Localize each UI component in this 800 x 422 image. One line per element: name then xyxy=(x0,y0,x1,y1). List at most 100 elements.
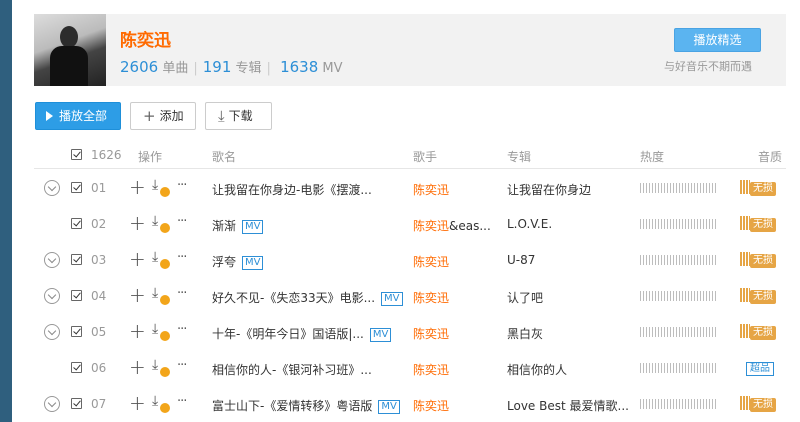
more-icon[interactable]: ··· xyxy=(177,358,187,373)
header-singer: 歌手 xyxy=(413,150,438,164)
albums-count[interactable]: 191 xyxy=(203,58,232,76)
singer-name[interactable]: 陈奕迅 xyxy=(413,255,449,269)
add-icon[interactable]: + xyxy=(129,283,146,307)
song-singer[interactable]: 陈奕迅 xyxy=(413,325,449,342)
play-selection-button[interactable]: 播放精选 xyxy=(674,28,761,52)
singer-name[interactable]: 陈奕迅 xyxy=(413,183,449,197)
song-title[interactable]: 好久不见-《失恋33天》电影... MV xyxy=(212,289,403,306)
play-all-button[interactable]: 播放全部 xyxy=(35,102,121,130)
add-icon[interactable]: + xyxy=(129,211,146,235)
song-title[interactable]: 相信你的人-《银河补习班》... xyxy=(212,361,372,378)
download-coin-icon[interactable]: ⤓ xyxy=(152,393,170,413)
download-coin-icon[interactable]: ⤓ xyxy=(152,357,170,377)
song-singer[interactable]: 陈奕迅&eas... xyxy=(413,217,491,234)
song-row[interactable]: 03 + ⤓ ··· 浮夸 MV 陈奕迅 U-87 无损 xyxy=(34,242,786,278)
singer-name[interactable]: 陈奕迅 xyxy=(413,399,449,413)
song-singer[interactable]: 陈奕迅 xyxy=(413,289,449,306)
more-icon[interactable]: ··· xyxy=(177,394,187,409)
row-checkbox[interactable] xyxy=(71,326,82,337)
song-album[interactable]: 相信你的人 xyxy=(507,361,567,378)
expand-chevron-icon[interactable] xyxy=(44,288,60,304)
left-sidebar-edge xyxy=(0,0,12,422)
quality-label: 无损 xyxy=(750,218,776,232)
song-row[interactable]: 05 + ⤓ ··· 十年-《明年今日》国语版|... MV 陈奕迅 黑白灰 无损 xyxy=(34,314,786,350)
mv-badge[interactable]: MV xyxy=(242,220,264,234)
song-title-text[interactable]: 富士山下-《爱情转移》粤语版 xyxy=(212,399,372,413)
song-album[interactable]: L.O.V.E. xyxy=(507,217,552,231)
song-title-text[interactable]: 浮夸 xyxy=(212,255,236,269)
row-checkbox[interactable] xyxy=(71,218,82,229)
expand-chevron-icon[interactable] xyxy=(44,396,60,412)
song-title-text[interactable]: 好久不见-《失恋33天》电影... xyxy=(212,291,375,305)
singer-extra[interactable]: &eas... xyxy=(449,219,491,233)
song-album[interactable]: 黑白灰 xyxy=(507,325,543,342)
more-icon[interactable]: ··· xyxy=(177,250,187,265)
download-coin-icon[interactable]: ⤓ xyxy=(152,321,170,341)
row-checkbox[interactable] xyxy=(71,398,82,409)
artist-avatar[interactable] xyxy=(34,14,106,86)
song-row[interactable]: 02 + ⤓ ··· 渐渐 MV 陈奕迅&eas... L.O.V.E. 无损 xyxy=(34,206,786,242)
add-icon[interactable]: + xyxy=(129,319,146,343)
singles-count[interactable]: 2606 xyxy=(120,58,158,76)
expand-chevron-icon[interactable] xyxy=(44,252,60,268)
song-row[interactable]: 01 + ⤓ ··· 让我留在你身边-电影《摆渡... 陈奕迅 让我留在你身边 无损 xyxy=(34,170,786,206)
song-title[interactable]: 让我留在你身边-电影《摆渡... xyxy=(212,181,372,198)
song-singer[interactable]: 陈奕迅 xyxy=(413,253,449,270)
add-button[interactable]: + 添加 xyxy=(130,102,196,130)
song-count: 1626 xyxy=(91,148,122,162)
song-album[interactable]: 让我留在你身边 xyxy=(507,181,591,198)
download-coin-icon[interactable]: ⤓ xyxy=(152,213,170,233)
row-index: 02 xyxy=(91,217,107,231)
mv-count[interactable]: 1638 xyxy=(280,58,318,76)
mv-badge[interactable]: MV xyxy=(369,328,392,342)
singer-name[interactable]: 陈奕迅 xyxy=(413,363,449,377)
add-icon[interactable]: + xyxy=(129,247,146,271)
mv-badge[interactable]: MV xyxy=(381,292,403,306)
song-title[interactable]: 十年-《明年今日》国语版|... MV xyxy=(212,325,392,342)
row-index: 03 xyxy=(91,253,107,267)
song-album[interactable]: Love Best 最爱情歌... xyxy=(507,397,629,414)
song-album[interactable]: 认了吧 xyxy=(507,289,543,306)
add-icon[interactable]: + xyxy=(129,175,146,199)
download-coin-icon[interactable]: ⤓ xyxy=(152,249,170,269)
row-checkbox[interactable] xyxy=(71,362,82,373)
add-icon[interactable]: + xyxy=(129,355,146,379)
singer-name[interactable]: 陈奕迅 xyxy=(413,219,449,233)
more-icon[interactable]: ··· xyxy=(177,322,187,337)
mv-badge[interactable]: MV xyxy=(378,400,400,414)
more-icon[interactable]: ··· xyxy=(177,178,187,193)
mv-badge[interactable]: MV xyxy=(242,256,264,270)
table-header: 1626 操作 歌名 歌手 专辑 热度 音质 xyxy=(34,142,786,169)
song-singer[interactable]: 陈奕迅 xyxy=(413,361,449,378)
song-title[interactable]: 浮夸 MV xyxy=(212,253,264,270)
song-title-text[interactable]: 十年-《明年今日》国语版|... xyxy=(212,327,364,341)
song-title-text[interactable]: 相信你的人-《银河补习班》... xyxy=(212,363,372,377)
song-row[interactable]: 07 + ⤓ ··· 富士山下-《爱情转移》粤语版 MV 陈奕迅 Love Best 最爱情歌… xyxy=(34,386,786,422)
row-checkbox[interactable] xyxy=(71,290,82,301)
add-icon[interactable]: + xyxy=(129,391,146,415)
mv-label: MV xyxy=(322,61,343,76)
row-checkbox[interactable] xyxy=(71,182,82,193)
song-singer[interactable]: 陈奕迅 xyxy=(413,397,449,414)
quality-badge: 超品 xyxy=(740,360,774,376)
quality-badge: 无损 xyxy=(740,216,776,232)
song-row[interactable]: 06 + ⤓ ··· 相信你的人-《银河补习班》... 陈奕迅 相信你的人 超品 xyxy=(34,350,786,386)
download-coin-icon[interactable]: ⤓ xyxy=(152,285,170,305)
expand-chevron-icon[interactable] xyxy=(44,324,60,340)
song-title[interactable]: 渐渐 MV xyxy=(212,217,264,234)
singer-name[interactable]: 陈奕迅 xyxy=(413,327,449,341)
song-row[interactable]: 04 + ⤓ ··· 好久不见-《失恋33天》电影... MV 陈奕迅 认了吧 无损 xyxy=(34,278,786,314)
download-coin-icon[interactable]: ⤓ xyxy=(152,177,170,197)
song-title-text[interactable]: 让我留在你身边-电影《摆渡... xyxy=(212,183,372,197)
row-checkbox[interactable] xyxy=(71,254,82,265)
singer-name[interactable]: 陈奕迅 xyxy=(413,291,449,305)
select-all-checkbox[interactable] xyxy=(71,149,82,160)
more-icon[interactable]: ··· xyxy=(177,286,187,301)
song-title-text[interactable]: 渐渐 xyxy=(212,219,236,233)
song-singer[interactable]: 陈奕迅 xyxy=(413,181,449,198)
more-icon[interactable]: ··· xyxy=(177,214,187,229)
expand-chevron-icon[interactable] xyxy=(44,180,60,196)
song-album[interactable]: U-87 xyxy=(507,253,535,267)
download-button[interactable]: ⤓ 下载 xyxy=(205,102,272,130)
song-title[interactable]: 富士山下-《爱情转移》粤语版 MV xyxy=(212,397,400,414)
